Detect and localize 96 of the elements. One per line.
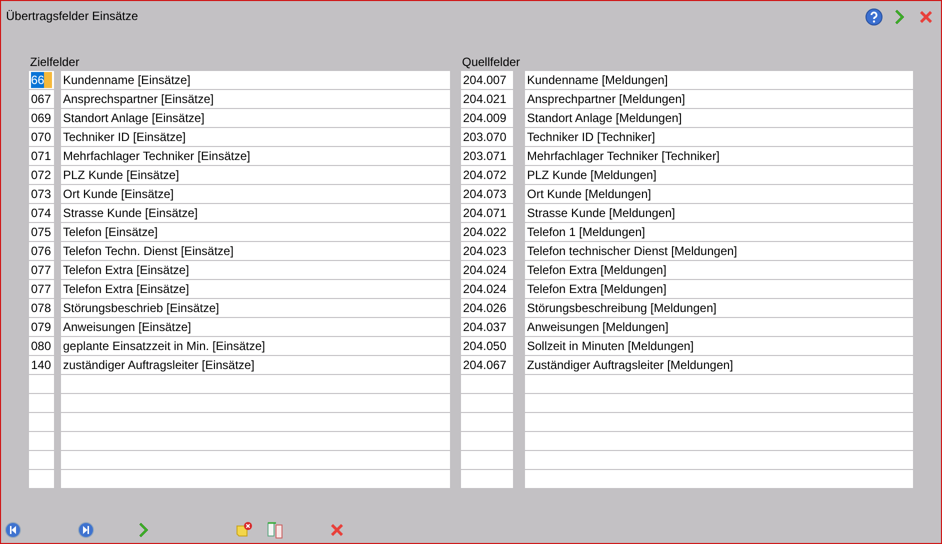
code-field[interactable]: 204.024	[461, 280, 513, 298]
name-field[interactable]: Anweisungen [Meldungen]	[525, 318, 913, 336]
name-field[interactable]: PLZ Kunde [Einsätze]	[61, 166, 450, 184]
empty-field[interactable]	[61, 470, 450, 488]
code-field[interactable]: 080	[29, 337, 54, 355]
name-field[interactable]: Standort Anlage [Meldungen]	[525, 109, 913, 127]
column-heading: Quellfelder	[461, 54, 522, 71]
empty-field[interactable]	[29, 375, 54, 393]
code-field[interactable]: 66	[29, 71, 54, 89]
empty-field[interactable]	[461, 375, 513, 393]
last-record-icon[interactable]	[77, 521, 95, 539]
code-field[interactable]: 079	[29, 318, 54, 336]
name-field[interactable]: Strasse Kunde [Einsätze]	[61, 204, 450, 222]
name-field[interactable]: Strasse Kunde [Meldungen]	[525, 204, 913, 222]
help-icon[interactable]	[865, 8, 883, 26]
name-field[interactable]: Kundenname [Einsätze]	[61, 71, 450, 89]
empty-field[interactable]	[61, 394, 450, 412]
note-delete-icon[interactable]	[235, 521, 253, 539]
column-heading: Zielfelder	[29, 54, 80, 71]
empty-field[interactable]	[525, 432, 913, 450]
code-field[interactable]: 204.024	[461, 261, 513, 279]
name-field[interactable]: Ort Kunde [Meldungen]	[525, 185, 913, 203]
first-record-icon[interactable]	[4, 521, 22, 539]
empty-field[interactable]	[61, 375, 450, 393]
window-title: Übertragsfelder Einsätze	[6, 8, 138, 25]
name-field[interactable]: Telefon Techn. Dienst [Einsätze]	[61, 242, 450, 260]
name-field[interactable]: Sollzeit in Minuten [Meldungen]	[525, 337, 913, 355]
empty-field[interactable]	[525, 413, 913, 431]
empty-field[interactable]	[29, 470, 54, 488]
name-field[interactable]: Ort Kunde [Einsätze]	[61, 185, 450, 203]
code-field[interactable]: 204.071	[461, 204, 513, 222]
name-field[interactable]: Ansprechspartner [Einsätze]	[61, 90, 450, 108]
code-field[interactable]: 140	[29, 356, 54, 374]
empty-field[interactable]	[461, 432, 513, 450]
name-field[interactable]: Telefon 1 [Meldungen]	[525, 223, 913, 241]
empty-field[interactable]	[29, 432, 54, 450]
code-field[interactable]: 204.072	[461, 166, 513, 184]
code-field[interactable]: 067	[29, 90, 54, 108]
code-field[interactable]: 073	[29, 185, 54, 203]
code-field[interactable]: 204.067	[461, 356, 513, 374]
code-field[interactable]: 204.007	[461, 71, 513, 89]
name-field[interactable]: Telefon Extra [Meldungen]	[525, 261, 913, 279]
name-field[interactable]: Telefon technischer Dienst [Meldungen]	[525, 242, 913, 260]
code-field[interactable]: 069	[29, 109, 54, 127]
code-field[interactable]: 204.021	[461, 90, 513, 108]
name-field[interactable]: Anweisungen [Einsätze]	[61, 318, 450, 336]
empty-field[interactable]	[461, 470, 513, 488]
empty-field[interactable]	[461, 451, 513, 469]
code-field[interactable]: 076	[29, 242, 54, 260]
name-field[interactable]: Zuständiger Auftragsleiter [Meldungen]	[525, 356, 913, 374]
name-field[interactable]: geplante Einsatzzeit in Min. [Einsätze]	[61, 337, 450, 355]
name-field[interactable]: Telefon Extra [Meldungen]	[525, 280, 913, 298]
name-field[interactable]: zuständiger Auftragsleiter [Einsätze]	[61, 356, 450, 374]
code-field[interactable]: 075	[29, 223, 54, 241]
name-field[interactable]: Telefon Extra [Einsätze]	[61, 261, 450, 279]
empty-field[interactable]	[525, 470, 913, 488]
code-field[interactable]: 203.071	[461, 147, 513, 165]
name-field[interactable]: Telefon [Einsätze]	[61, 223, 450, 241]
name-field[interactable]: Telefon Extra [Einsätze]	[61, 280, 450, 298]
empty-field[interactable]	[461, 413, 513, 431]
code-field[interactable]: 204.009	[461, 109, 513, 127]
name-field[interactable]: Kundenname [Meldungen]	[525, 71, 913, 89]
code-field[interactable]: 077	[29, 261, 54, 279]
code-field[interactable]: 204.023	[461, 242, 513, 260]
code-field[interactable]: 072	[29, 166, 54, 184]
code-field[interactable]: 204.073	[461, 185, 513, 203]
code-field[interactable]: 204.026	[461, 299, 513, 317]
name-field[interactable]: Störungsbeschreibung [Meldungen]	[525, 299, 913, 317]
code-field[interactable]: 071	[29, 147, 54, 165]
empty-field[interactable]	[29, 394, 54, 412]
code-field[interactable]: 077	[29, 280, 54, 298]
code-field[interactable]: 204.022	[461, 223, 513, 241]
empty-field[interactable]	[461, 394, 513, 412]
code-field[interactable]: 204.050	[461, 337, 513, 355]
name-field[interactable]: PLZ Kunde [Meldungen]	[525, 166, 913, 184]
name-field[interactable]: Techniker ID [Einsätze]	[61, 128, 450, 146]
code-field[interactable]: 204.037	[461, 318, 513, 336]
code-field[interactable]: 078	[29, 299, 54, 317]
name-field[interactable]: Mehrfachlager Techniker [Techniker]	[525, 147, 913, 165]
empty-field[interactable]	[525, 451, 913, 469]
empty-field[interactable]	[525, 394, 913, 412]
empty-field[interactable]	[61, 413, 450, 431]
empty-field[interactable]	[61, 432, 450, 450]
name-field[interactable]: Techniker ID [Techniker]	[525, 128, 913, 146]
empty-field[interactable]	[29, 413, 54, 431]
empty-field[interactable]	[61, 451, 450, 469]
code-field[interactable]: 203.070	[461, 128, 513, 146]
name-field[interactable]: Standort Anlage [Einsätze]	[61, 109, 450, 127]
code-field[interactable]: 070	[29, 128, 54, 146]
code-field[interactable]: 074	[29, 204, 54, 222]
name-field[interactable]: Störungsbeschrieb [Einsätze]	[61, 299, 450, 317]
name-field[interactable]: Ansprechpartner [Meldungen]	[525, 90, 913, 108]
empty-field[interactable]	[525, 375, 913, 393]
columns-icon[interactable]	[266, 521, 284, 539]
name-field[interactable]: Mehrfachlager Techniker [Einsätze]	[61, 147, 450, 165]
empty-field[interactable]	[29, 451, 54, 469]
